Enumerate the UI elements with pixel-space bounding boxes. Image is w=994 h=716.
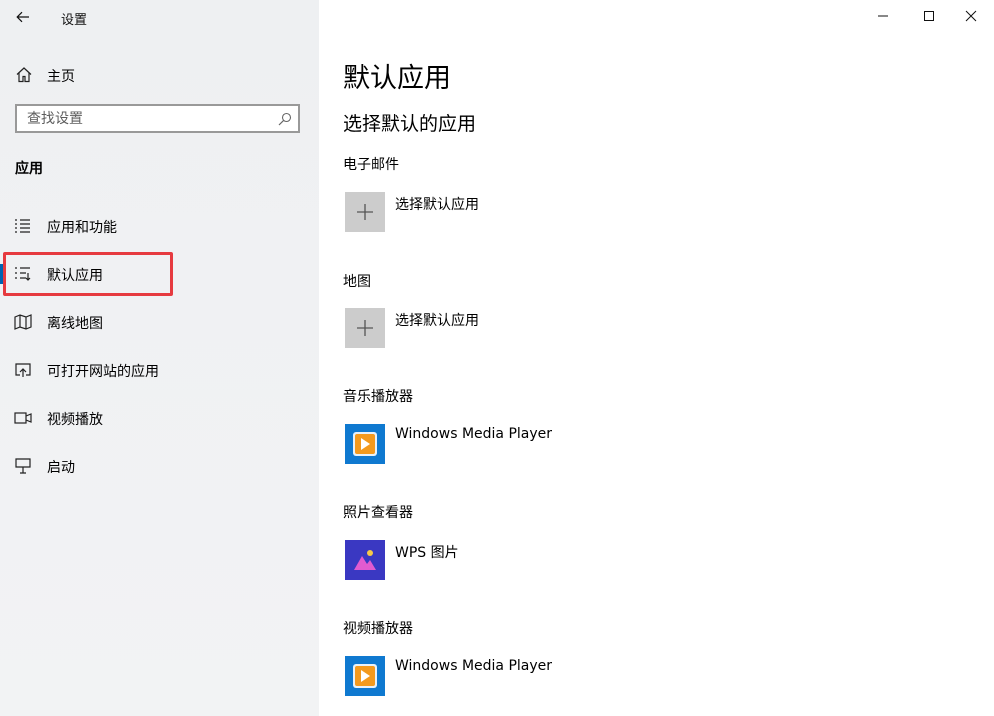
sidebar-item-label: 应用和功能: [47, 220, 117, 236]
default-app-maps-button[interactable]: 选择默认应用: [343, 308, 743, 350]
home-icon: [16, 67, 32, 83]
minimize-icon: [878, 15, 888, 17]
close-icon: [965, 10, 977, 22]
search-input[interactable]: [17, 106, 277, 131]
sidebar-item-home-label: 主页: [47, 69, 75, 85]
default-app-name: Windows Media Player: [395, 658, 553, 674]
sidebar-item-label: 启动: [47, 460, 75, 476]
sidebar-item-label: 默认应用: [47, 268, 103, 284]
sidebar-item-offline-maps[interactable]: 离线地图: [0, 300, 319, 344]
default-app-music-player-button[interactable]: Windows Media Player: [343, 424, 743, 466]
sidebar-item-label: 离线地图: [47, 316, 103, 332]
default-app-name: Windows Media Player: [395, 426, 553, 442]
sidebar-item-label: 可打开网站的应用: [47, 364, 159, 380]
close-button[interactable]: [948, 0, 994, 32]
settings-window: 设置 主页 应用 应用和功能 默认应: [0, 0, 994, 716]
apps-features-icon: [15, 219, 30, 233]
wps-pictures-icon: [345, 540, 385, 580]
windows-media-player-icon: [345, 656, 385, 696]
category-label-email: 电子邮件: [343, 157, 399, 173]
category-label-maps: 地图: [343, 274, 371, 290]
default-app-email-button[interactable]: 选择默认应用: [343, 192, 743, 234]
category-label-photo-viewer: 照片查看器: [343, 505, 413, 521]
sidebar-item-default-apps[interactable]: 默认应用: [0, 252, 319, 296]
category-label-video-player: 视频播放器: [343, 621, 413, 637]
apps-for-websites-icon: [15, 363, 31, 377]
startup-icon: [15, 458, 31, 474]
sidebar-item-startup[interactable]: 启动: [0, 444, 319, 488]
app-title: 设置: [61, 13, 88, 28]
plus-icon: [345, 192, 385, 232]
category-label-music-player: 音乐播放器: [343, 389, 413, 405]
active-indicator: [0, 264, 4, 284]
windows-media-player-icon: [345, 424, 385, 464]
sidebar-item-video-playback[interactable]: 视频播放: [0, 396, 319, 440]
default-apps-icon: [15, 267, 31, 281]
default-app-video-player-button[interactable]: Windows Media Player: [343, 656, 743, 698]
sidebar-item-label: 视频播放: [47, 412, 103, 428]
maximize-button[interactable]: [906, 0, 952, 32]
page-title: 默认应用: [343, 63, 451, 94]
sidebar-item-apps-for-websites[interactable]: 可打开网站的应用: [0, 348, 319, 392]
offline-maps-icon: [14, 314, 32, 330]
default-app-name: WPS 图片: [395, 545, 459, 561]
back-arrow-icon: [16, 11, 29, 23]
sidebar: 设置 主页 应用 应用和功能 默认应: [0, 0, 319, 716]
sidebar-item-apps-features[interactable]: 应用和功能: [0, 204, 319, 248]
section-heading-apps: 应用: [15, 161, 43, 177]
video-playback-icon: [14, 412, 32, 424]
default-app-photo-viewer-button[interactable]: WPS 图片: [343, 540, 743, 582]
plus-icon: [345, 308, 385, 348]
minimize-button[interactable]: [860, 0, 906, 32]
search-icon[interactable]: [278, 112, 292, 126]
maximize-icon: [924, 11, 934, 21]
default-app-name: 选择默认应用: [395, 313, 479, 329]
back-button[interactable]: [10, 5, 36, 29]
search-box[interactable]: [15, 104, 300, 133]
page-subtitle: 选择默认的应用: [343, 113, 477, 135]
sidebar-item-home[interactable]: 主页: [0, 58, 319, 92]
default-app-name: 选择默认应用: [395, 197, 479, 213]
main-content: 默认应用 选择默认的应用 电子邮件 选择默认应用 地图 选择默认应用 音乐播放器: [319, 0, 994, 716]
